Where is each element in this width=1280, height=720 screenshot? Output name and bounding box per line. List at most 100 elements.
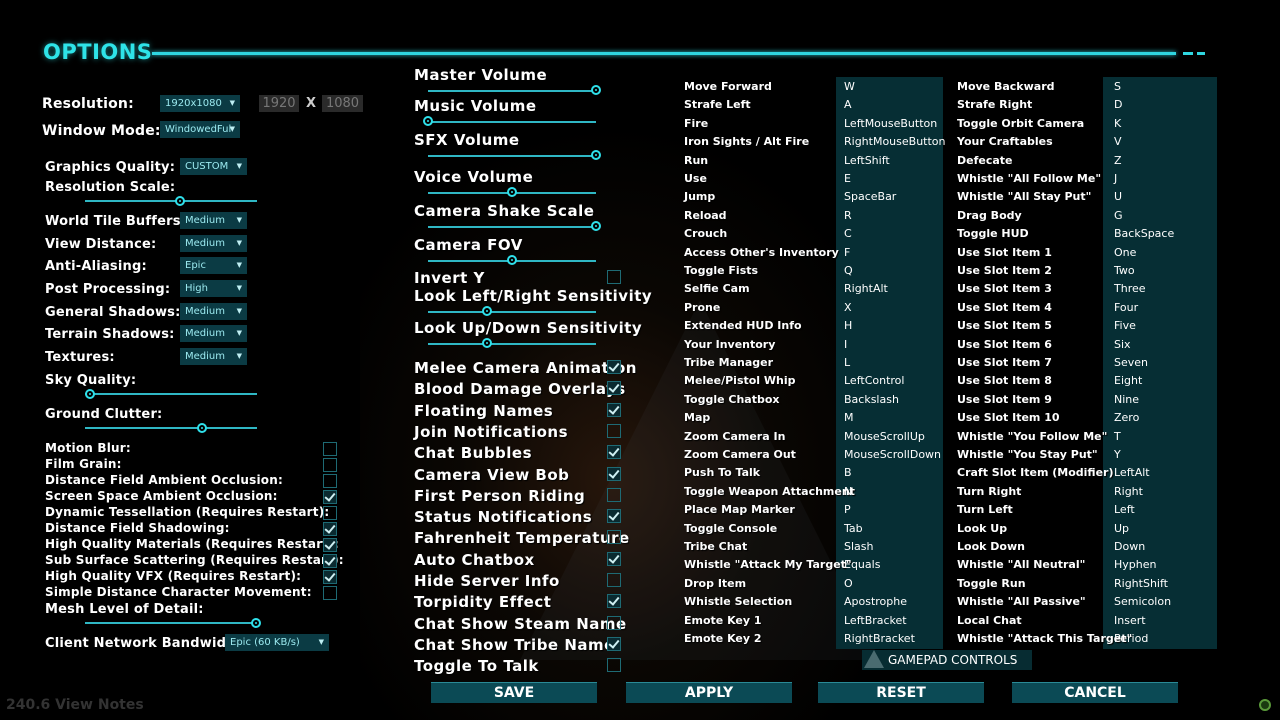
ground-clutter-knob[interactable] <box>197 423 207 433</box>
audio-slider-knob[interactable] <box>591 221 601 231</box>
bandwidth-dropdown[interactable]: Epic (60 KB/s) ▼ <box>225 634 329 651</box>
keybind-key-value[interactable]: LeftAlt <box>1114 466 1150 479</box>
keybind-key-value[interactable]: C <box>844 227 852 240</box>
graphics-setting-dropdown[interactable]: Medium ▼ <box>180 325 247 342</box>
keybind-key-value[interactable]: RightBracket <box>844 632 915 645</box>
keybind-key-value[interactable]: Equals <box>844 558 880 571</box>
keybind-key-value[interactable]: Left <box>1114 503 1135 516</box>
game-toggle-checkbox[interactable] <box>607 615 621 630</box>
keybind-key-value[interactable]: Z <box>1114 154 1122 167</box>
keybind-key-value[interactable]: Right <box>1114 485 1143 498</box>
graphics-setting-dropdown[interactable]: Medium ▼ <box>180 212 247 229</box>
keybind-key-value[interactable]: R <box>844 209 852 222</box>
cancel-button[interactable]: CANCEL <box>1012 682 1178 703</box>
keybind-key-value[interactable]: Five <box>1114 319 1136 332</box>
keybind-key-value[interactable]: Seven <box>1114 356 1148 369</box>
keybind-key-value[interactable]: E <box>844 172 851 185</box>
graphics-toggle-checkbox[interactable] <box>323 554 337 568</box>
resolution-width-field[interactable]: 1920 <box>259 95 299 112</box>
keybind-key-value[interactable]: Hyphen <box>1114 558 1156 571</box>
keybind-key-value[interactable]: Four <box>1114 301 1138 314</box>
keybind-key-value[interactable]: M <box>844 411 854 424</box>
game-toggle-checkbox[interactable] <box>607 381 621 396</box>
game-toggle-checkbox[interactable] <box>607 551 621 566</box>
keybind-key-value[interactable]: O <box>844 577 853 590</box>
sensitivity-slider-knob[interactable] <box>482 306 492 316</box>
graphics-toggle-checkbox[interactable] <box>323 522 337 536</box>
keybind-key-value[interactable]: F <box>844 246 850 259</box>
keybind-key-value[interactable]: One <box>1114 246 1136 259</box>
audio-slider-knob[interactable] <box>507 255 517 265</box>
resolution-scale-slider[interactable] <box>85 200 257 202</box>
graphics-toggle-checkbox[interactable] <box>323 506 337 520</box>
resolution-dropdown[interactable]: 1920x1080 ▼ <box>160 95 240 112</box>
keybind-key-value[interactable]: D <box>1114 98 1122 111</box>
keybind-key-value[interactable]: V <box>1114 135 1122 148</box>
keybind-key-value[interactable]: Eight <box>1114 374 1142 387</box>
graphics-toggle-checkbox[interactable] <box>323 458 337 472</box>
keybind-key-value[interactable]: T <box>1114 430 1121 443</box>
audio-slider-knob[interactable] <box>507 187 517 197</box>
resolution-scale-knob[interactable] <box>175 196 185 206</box>
keybind-key-value[interactable]: MouseScrollDown <box>844 448 941 461</box>
keybind-key-value[interactable]: K <box>1114 117 1121 130</box>
graphics-setting-dropdown[interactable]: Epic ▼ <box>180 257 247 274</box>
keybind-key-value[interactable]: H <box>844 319 852 332</box>
keybind-key-value[interactable]: U <box>1114 190 1122 203</box>
save-button[interactable]: SAVE <box>431 682 597 703</box>
keybind-key-value[interactable]: LeftMouseButton <box>844 117 937 130</box>
keybind-key-value[interactable]: Three <box>1114 282 1146 295</box>
audio-slider-knob[interactable] <box>423 116 433 126</box>
audio-slider-knob[interactable] <box>591 150 601 160</box>
audio-slider[interactable] <box>428 90 596 92</box>
graphics-toggle-checkbox[interactable] <box>323 586 337 600</box>
invert-y-checkbox[interactable] <box>607 270 621 284</box>
keybind-key-value[interactable]: Up <box>1114 522 1129 535</box>
audio-slider-knob[interactable] <box>591 85 601 95</box>
game-toggle-checkbox[interactable] <box>607 445 621 460</box>
sensitivity-slider[interactable] <box>428 343 596 345</box>
keybind-key-value[interactable]: Apostrophe <box>844 595 907 608</box>
graphics-setting-dropdown[interactable]: Medium ▼ <box>180 235 247 252</box>
ground-clutter-slider[interactable] <box>85 427 257 429</box>
game-toggle-checkbox[interactable] <box>607 530 621 545</box>
mesh-lod-knob[interactable] <box>251 618 261 628</box>
keybind-key-value[interactable]: L <box>844 356 850 369</box>
audio-slider[interactable] <box>428 155 596 157</box>
keybind-key-value[interactable]: BackSpace <box>1114 227 1174 240</box>
graphics-toggle-checkbox[interactable] <box>323 474 337 488</box>
keybind-key-value[interactable]: Zero <box>1114 411 1139 424</box>
keybind-key-value[interactable]: Two <box>1114 264 1135 277</box>
keybind-key-value[interactable]: Nine <box>1114 393 1139 406</box>
keybind-key-value[interactable]: Slash <box>844 540 873 553</box>
keybind-key-value[interactable]: RightAlt <box>844 282 888 295</box>
game-toggle-checkbox[interactable] <box>607 573 621 587</box>
keybind-key-value[interactable]: SpaceBar <box>844 190 896 203</box>
game-toggle-checkbox[interactable] <box>607 658 621 673</box>
keybind-key-value[interactable]: Y <box>1114 448 1121 461</box>
keybind-key-value[interactable]: Semicolon <box>1114 595 1171 608</box>
reset-button[interactable]: RESET <box>818 682 984 703</box>
keybind-key-value[interactable]: LeftControl <box>844 374 904 387</box>
resolution-height-field[interactable]: 1080 <box>322 95 363 112</box>
game-toggle-checkbox[interactable] <box>607 594 621 609</box>
game-toggle-checkbox[interactable] <box>607 402 621 417</box>
graphics-setting-dropdown[interactable]: Medium ▼ <box>180 303 247 320</box>
graphics-toggle-checkbox[interactable] <box>323 490 337 504</box>
window-mode-dropdown[interactable]: WindowedFul ▼ <box>160 121 240 138</box>
keybind-key-value[interactable]: G <box>1114 209 1123 222</box>
graphics-quality-dropdown[interactable]: CUSTOM ▼ <box>180 158 247 175</box>
game-toggle-checkbox[interactable] <box>607 636 621 651</box>
keybind-key-value[interactable]: P <box>844 503 851 516</box>
keybind-key-value[interactable]: W <box>844 80 855 93</box>
keybind-key-value[interactable]: RightMouseButton <box>844 135 946 148</box>
keybind-key-value[interactable]: X <box>844 301 852 314</box>
game-toggle-checkbox[interactable] <box>607 487 621 502</box>
audio-slider[interactable] <box>428 121 596 123</box>
keybind-key-value[interactable]: Backslash <box>844 393 899 406</box>
graphics-toggle-checkbox[interactable] <box>323 538 337 552</box>
keybind-key-value[interactable]: Q <box>844 264 853 277</box>
keybind-key-value[interactable]: A <box>844 98 852 111</box>
graphics-toggle-checkbox[interactable] <box>323 570 337 584</box>
mesh-lod-slider[interactable] <box>85 622 257 624</box>
